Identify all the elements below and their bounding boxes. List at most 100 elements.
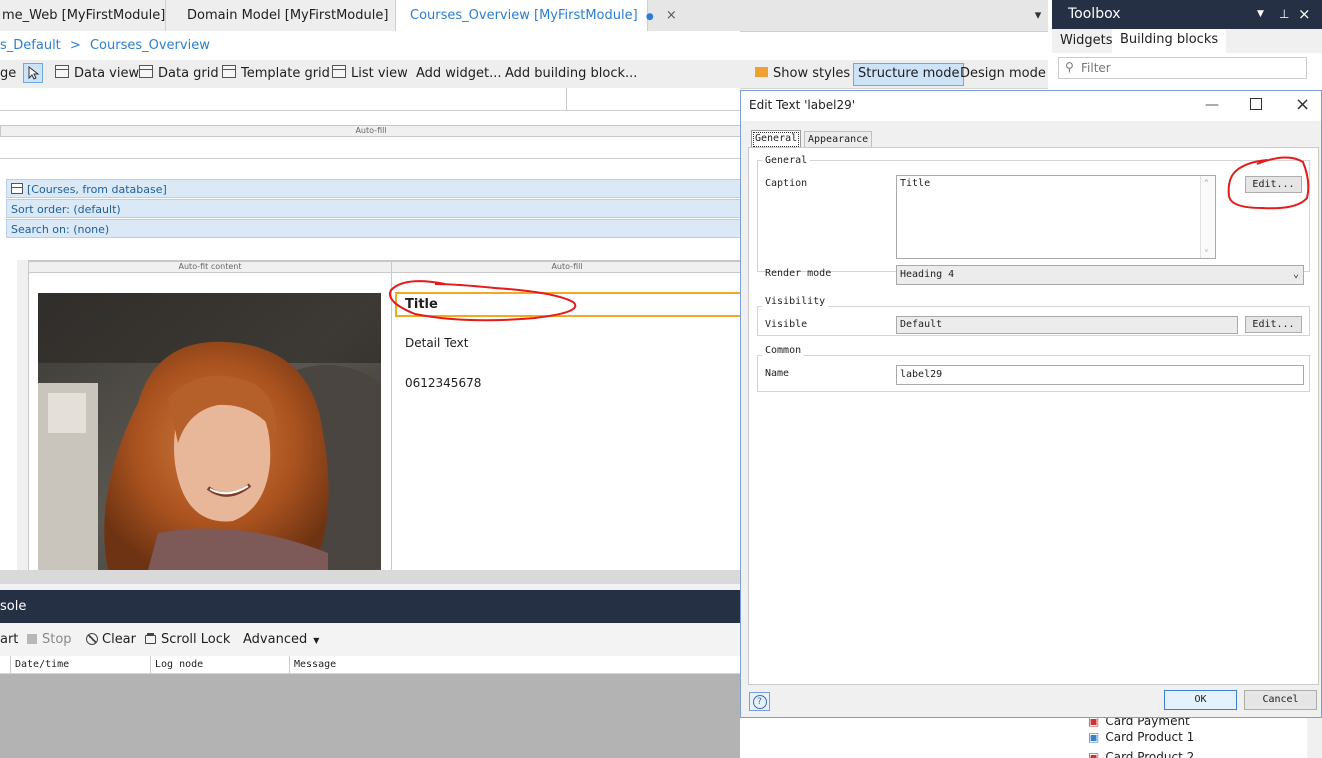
tab-widgets[interactable]: Widgets	[1060, 33, 1113, 48]
filter-placeholder: Filter	[1081, 61, 1111, 75]
datasource-label: [Courses, from database]	[27, 183, 167, 196]
add-widget-button[interactable]: Add widget...	[416, 64, 502, 84]
dialog-title: Edit Text 'label29'	[749, 98, 856, 112]
tab-courses-overview[interactable]: Courses_Overview [MyFirstModule] ● ×	[396, 0, 677, 31]
toolbox-item[interactable]: ▣ Card Product 1	[1088, 730, 1194, 744]
search-icon: ⚲	[1065, 60, 1074, 74]
dialog-tab-content: General Caption Title ⌃ ⌄ Edit... Render…	[748, 147, 1319, 685]
toolbar-truncated-item[interactable]: ge	[0, 64, 16, 84]
data-grid-icon	[139, 65, 153, 78]
render-mode-select[interactable]: Heading 4 ⌄	[896, 265, 1304, 285]
show-styles-button[interactable]: Show styles	[755, 64, 850, 84]
scroll-lock-button[interactable]: Scroll Lock	[145, 630, 230, 650]
search-on-label: Search on: (none)	[11, 223, 110, 236]
tab-domain-model[interactable]: Domain Model [MyFirstModule]	[166, 0, 396, 31]
stop-icon	[27, 634, 37, 644]
toolbox-header: Toolbox ▼ ⊥ ×	[1052, 0, 1322, 29]
cancel-button[interactable]: Cancel	[1244, 690, 1317, 710]
breadcrumb-page-link[interactable]: Courses_Overview	[90, 38, 210, 53]
red-annotation-circle-icon	[389, 280, 577, 322]
render-mode-value: Heading 4	[900, 269, 955, 280]
visible-edit-button[interactable]: Edit...	[1245, 316, 1302, 333]
minimize-icon[interactable]: —	[1205, 97, 1219, 113]
document-tab-bar: me_Web [MyFirstModule] Domain Model [MyF…	[0, 0, 1048, 32]
column-header-datetime[interactable]: Date/time	[15, 656, 69, 673]
breadcrumb: s_Default > Courses_Overview	[0, 31, 740, 60]
tab-building-blocks[interactable]: Building blocks	[1112, 29, 1227, 53]
chevron-down-icon: ⌄	[1292, 269, 1299, 280]
toolbox-tabs: Widgets Building blocks	[1052, 29, 1322, 53]
structure-mode-button[interactable]: Structure mode	[853, 63, 965, 86]
ok-button[interactable]: OK	[1164, 690, 1237, 710]
canvas-horizontal-scrollbar[interactable]	[0, 570, 740, 584]
caption-label: Caption	[765, 178, 808, 189]
visible-field[interactable]: Default	[896, 316, 1238, 334]
pin-icon[interactable]: ⊥	[1279, 0, 1289, 29]
template-grid-label: Template grid	[241, 66, 330, 81]
column-header-message[interactable]: Message	[294, 656, 336, 673]
design-mode-button[interactable]: Design mode	[960, 64, 1046, 84]
name-label: Name	[765, 368, 790, 379]
search-on-row[interactable]: Search on: (none)	[6, 219, 740, 238]
clear-button[interactable]: Clear	[86, 630, 136, 650]
course-image[interactable]	[38, 293, 381, 570]
close-icon[interactable]: ×	[1298, 0, 1311, 29]
select-pointer-button[interactable]	[23, 63, 43, 83]
auto-fill-label: Auto-fill	[355, 126, 387, 135]
advanced-label: Advanced	[243, 632, 308, 647]
phone-text-widget[interactable]: 0612345678	[405, 376, 481, 390]
breadcrumb-layout-link[interactable]: s_Default	[0, 38, 61, 53]
render-mode-label: Render mode	[765, 268, 832, 279]
tab-appearance[interactable]: Appearance	[804, 131, 873, 148]
chevron-up-icon: ⌃	[1204, 178, 1209, 187]
filter-input[interactable]: ⚲ Filter	[1058, 57, 1307, 79]
pointer-icon	[28, 65, 40, 80]
add-building-block-button[interactable]: Add building block...	[505, 64, 637, 84]
canvas-top-row	[0, 88, 740, 111]
template-grid-button[interactable]: Template grid	[222, 64, 330, 84]
close-icon[interactable]: ×	[1295, 94, 1310, 115]
common-group-label: Common	[762, 345, 805, 356]
visible-value: Default	[900, 319, 943, 330]
start-button[interactable]: art	[0, 630, 18, 650]
sort-order-label: Sort order: (default)	[11, 203, 121, 216]
layout-row	[0, 136, 740, 159]
toolbox-item[interactable]: ▣ Card Product 2	[1088, 750, 1194, 758]
toolbox-scrollbar[interactable]	[1307, 715, 1322, 758]
tab-home-web[interactable]: me_Web [MyFirstModule]	[0, 0, 166, 31]
tab-overflow-dropdown-icon[interactable]: ▾	[1030, 0, 1046, 31]
close-tab-icon[interactable]: ×	[666, 8, 677, 23]
help-button[interactable]: ?	[749, 692, 770, 711]
console-panel-header: sole	[0, 590, 740, 623]
detail-text-widget[interactable]: Detail Text	[405, 336, 468, 350]
caption-textarea[interactable]: Title ⌃ ⌄	[896, 175, 1216, 259]
list-view-button[interactable]: List view	[332, 64, 408, 84]
database-icon	[11, 183, 23, 194]
column-header-log-node[interactable]: Log node	[155, 656, 203, 673]
clear-label: Clear	[102, 632, 136, 647]
data-view-button[interactable]: Data view	[55, 64, 139, 84]
column-header-auto-fit: Auto-fit content	[28, 261, 392, 273]
tab-label: Courses_Overview [MyFirstModule]	[410, 8, 638, 23]
page-canvas: Auto-fill [Courses, from database] Sort …	[0, 88, 740, 570]
dialog-title-bar: Edit Text 'label29' — ×	[741, 91, 1321, 121]
scroll-lock-label: Scroll Lock	[161, 632, 231, 647]
building-block-icon: ▣	[1088, 750, 1100, 758]
caption-scrollbar[interactable]: ⌃ ⌄	[1200, 176, 1215, 258]
list-view-gutter	[17, 260, 29, 570]
panel-menu-icon[interactable]: ▼	[1257, 0, 1264, 29]
toolbox-title: Toolbox	[1068, 6, 1121, 22]
advanced-dropdown[interactable]: Advanced ▼	[243, 630, 319, 650]
stop-label: Stop	[42, 632, 72, 647]
maximize-icon[interactable]	[1250, 98, 1262, 110]
column-divider	[10, 656, 11, 673]
datasource-row[interactable]: [Courses, from database]	[6, 179, 740, 198]
data-grid-button[interactable]: Data grid	[139, 64, 219, 84]
stop-button[interactable]: Stop	[27, 630, 72, 650]
name-input[interactable]: label29	[896, 365, 1304, 385]
list-view-label: List view	[351, 66, 408, 81]
red-annotation-circle-icon	[1227, 156, 1310, 210]
help-icon: ?	[752, 695, 767, 709]
breadcrumb-separator: >	[69, 38, 81, 53]
sort-order-row[interactable]: Sort order: (default)	[6, 199, 740, 218]
